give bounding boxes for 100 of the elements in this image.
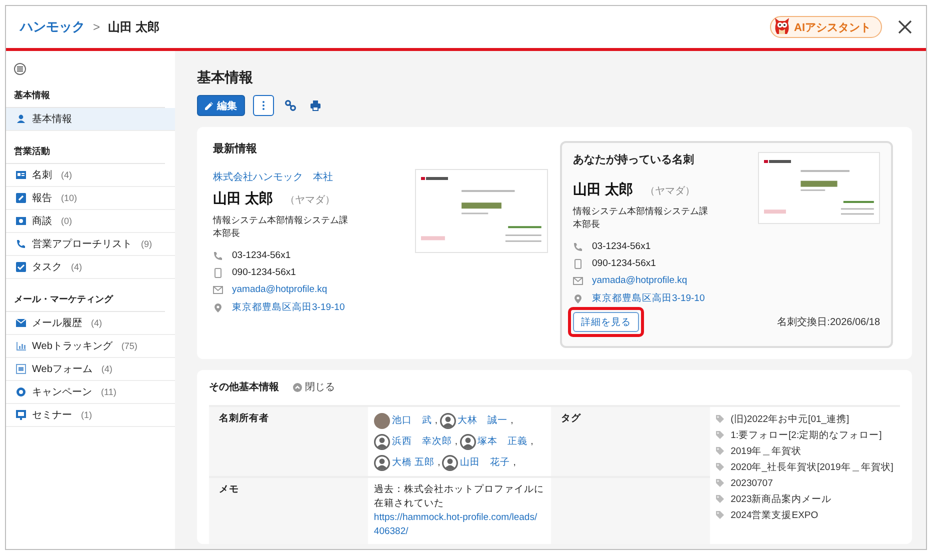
separator-text: , <box>434 414 438 428</box>
phone-icon <box>16 239 26 249</box>
sidebar-item[interactable]: キャンペーン (11) <box>6 381 175 404</box>
sidebar-item[interactable]: タスク (4) <box>6 256 175 279</box>
link-button[interactable] <box>282 100 299 111</box>
menu-icon <box>14 63 26 75</box>
envelope-icon <box>213 284 223 294</box>
tag-text: 2020年_社長年賀状[2019年＿年賀状] <box>730 462 894 473</box>
tag-icon <box>716 463 724 471</box>
owner-link[interactable]: 山田 花子 <box>460 454 510 471</box>
avatar-photo <box>374 412 390 428</box>
tag-icon <box>716 447 724 455</box>
owner-link[interactable]: 大橋 五郎 <box>392 454 435 471</box>
avatar-icon <box>442 454 458 470</box>
breadcrumb-link[interactable]: ハンモック <box>20 18 85 36</box>
tag-text: 2023新商品案内メール <box>730 494 832 505</box>
department-text: 情報システム本部情報システム課 <box>573 205 708 218</box>
phone-number: 03-1234-56x1 <box>232 250 291 261</box>
monitor-icon <box>16 410 26 420</box>
edit-button[interactable]: 編集 <box>197 95 245 116</box>
owner-link[interactable]: 大林 誠一 <box>458 412 508 429</box>
person-icon <box>16 114 26 124</box>
tag-text: 2019年＿年賀状 <box>730 446 802 457</box>
avatar-icon <box>440 412 456 428</box>
company-link[interactable]: 株式会社ハンモック 本社 <box>213 170 415 184</box>
tag-icon <box>716 495 724 503</box>
position-text: 本部長 <box>573 218 601 231</box>
print-icon <box>310 100 321 111</box>
mobile-number: 090-1234-56x1 <box>592 258 656 269</box>
target-icon <box>16 387 26 397</box>
breadcrumb-current: 山田 太郎 <box>108 18 160 36</box>
section-heading: メール・マーケティング <box>6 287 165 312</box>
mobile-phone-icon <box>573 258 583 268</box>
owner-link[interactable]: 浜西 幸次郎 <box>392 433 452 450</box>
bar-chart-icon <box>16 341 26 351</box>
chevron-up-icon <box>293 382 302 392</box>
memo-link[interactable]: https://hammock.hot-profile.com/leads/406382/ <box>374 511 546 539</box>
assistant-button[interactable]: AIアシスタント <box>770 16 882 38</box>
details-button[interactable]: 詳細を見る <box>573 312 639 332</box>
name-reading: （ヤマダ） <box>284 194 335 207</box>
avatar-icon <box>460 434 476 450</box>
tag-text: 2024営業支援EXPO <box>730 510 818 521</box>
owner-link[interactable]: 塚本 正義 <box>478 433 528 450</box>
tag-text: (旧)2022年お中元[01_連携] <box>730 414 850 425</box>
sidebar-item[interactable]: Webフォーム (4) <box>6 358 175 381</box>
page-title: 基本情報 <box>197 69 254 87</box>
separator-text: , <box>513 456 516 470</box>
sidebar-item[interactable]: 商談 (0) <box>6 210 175 233</box>
person-name: 山田 太郎 <box>213 190 273 208</box>
mobile-phone-icon <box>213 268 223 278</box>
close-icon <box>898 20 912 34</box>
tag-text: 20230707 <box>730 478 773 489</box>
department-text: 情報システム本部情報システム課 <box>213 214 349 227</box>
link-icon <box>285 100 296 111</box>
separator-text: , <box>510 414 514 428</box>
address-link[interactable]: 東京都豊島区高田3-19-10 <box>592 292 705 305</box>
sidebar-item[interactable]: 基本情報 <box>6 108 175 131</box>
separator-text: , <box>454 435 458 449</box>
owl-mascot-icon <box>773 17 791 37</box>
section-title: 最新情報 <box>213 142 258 156</box>
form-icon <box>16 364 26 374</box>
email-link[interactable]: yamada@hotprofile.kq <box>232 284 328 295</box>
phone-number: 03-1234-56x1 <box>592 241 651 252</box>
money-icon <box>16 216 26 226</box>
more-button[interactable] <box>253 95 274 116</box>
location-pin-icon <box>213 302 223 312</box>
checkbox-icon <box>16 262 26 272</box>
field-label: 名刺所有者 <box>209 406 368 477</box>
position-text: 本部長 <box>213 227 241 240</box>
section-title: あなたが持っている名刺 <box>573 152 695 167</box>
person-name: 山田 太郎 <box>573 181 633 199</box>
name-reading: （ヤマダ） <box>644 185 695 198</box>
mobile-number: 090-1234-56x1 <box>232 267 296 278</box>
pencil-square-icon <box>16 193 26 203</box>
section-title: その他基本情報 <box>209 380 279 394</box>
owner-link[interactable]: 池口 武 <box>392 412 432 429</box>
field-label: タグ <box>551 406 710 477</box>
id-card-icon <box>16 170 26 180</box>
sidebar-item[interactable]: 報告 (10) <box>6 187 175 210</box>
sidebar-item[interactable]: メール履歴 (4) <box>6 312 175 335</box>
exchange-date: 名刺交換日:2026/06/18 <box>777 316 880 329</box>
field-label: メモ <box>209 477 368 544</box>
vertical-dots-icon <box>262 101 265 110</box>
phone-icon <box>573 242 583 252</box>
sidebar-item[interactable]: セミナー (1) <box>6 404 175 427</box>
section-heading: 営業活動 <box>6 139 165 164</box>
tag-icon <box>716 511 724 519</box>
close-button[interactable] <box>898 20 912 34</box>
address-link[interactable]: 東京都豊島区高田3-19-10 <box>232 301 345 314</box>
collapse-toggle[interactable]: 閉じる <box>293 380 335 394</box>
envelope-icon <box>16 318 26 328</box>
sidebar-item[interactable]: 名刺 (4) <box>6 164 175 187</box>
location-pin-icon <box>573 294 583 304</box>
tag-text: 1:要フォロー[2:定期的なフォロー] <box>730 430 882 441</box>
envelope-icon <box>573 276 583 286</box>
email-link[interactable]: yamada@hotprofile.kq <box>592 275 688 286</box>
tag-icon <box>716 415 724 423</box>
pencil-icon <box>205 102 213 110</box>
breadcrumb-separator: > <box>93 20 100 34</box>
separator-text: , <box>530 435 534 449</box>
